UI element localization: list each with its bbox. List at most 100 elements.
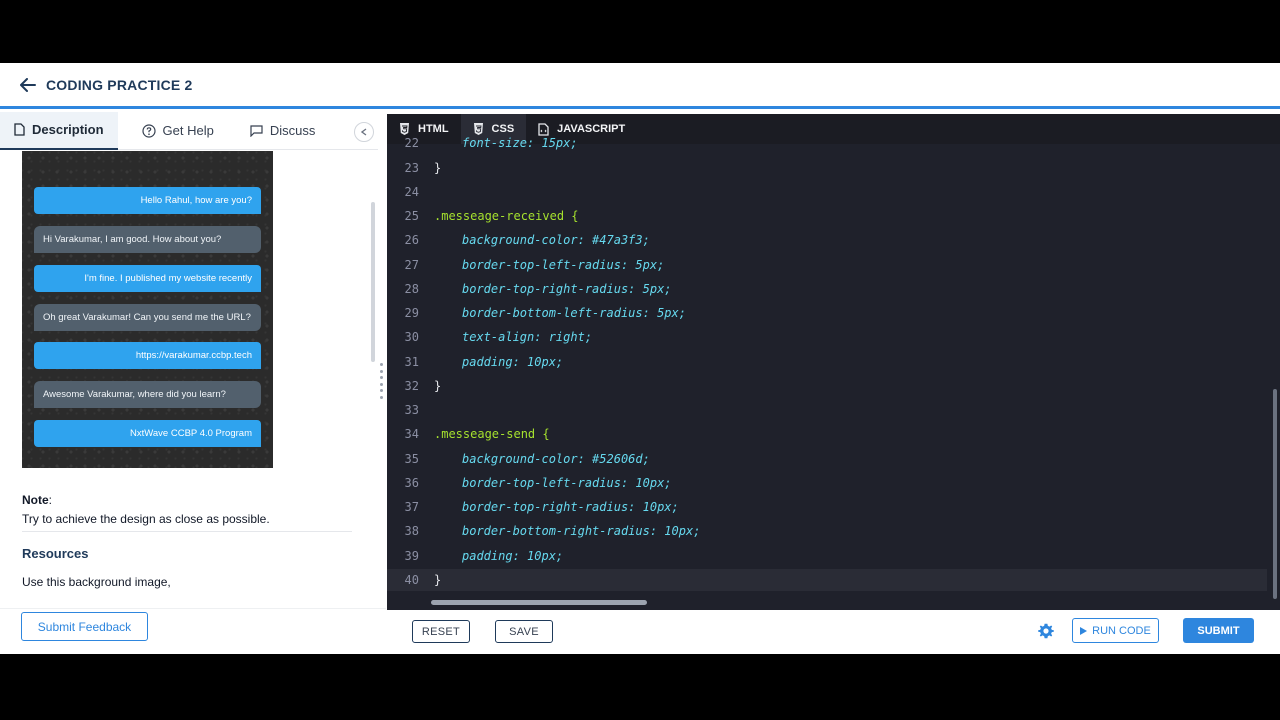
code-area[interactable]: 22 font-size: 15px; 23} 24 25 .messeage-re… <box>387 136 1280 610</box>
tab-get-help-label: Get Help <box>162 123 214 138</box>
line-number: 32 <box>404 379 419 393</box>
tab-discuss-label: Discuss <box>269 123 316 138</box>
submit-feedback-button[interactable]: Submit Feedback <box>21 612 148 641</box>
chat-bubble-send: Awesome Varakumar, where did you learn? <box>34 381 261 408</box>
chevron-left-icon <box>361 128 367 136</box>
section-divider <box>22 531 352 532</box>
code-line: 31 padding: 10px; <box>387 351 1267 373</box>
chat-bubble-send: Oh great Varakumar! Can you send me the … <box>34 304 261 331</box>
line-number: 24 <box>404 185 419 199</box>
line-number: 35 <box>404 452 419 466</box>
line-text: .messeage-send { <box>434 427 550 441</box>
chat-bubble-received: https://varakumar.ccbp.tech <box>34 342 261 369</box>
code-line: 38 border-bottom-right-radius: 10px; <box>387 520 1267 542</box>
line-number: 36 <box>404 476 419 490</box>
top-header: CODING PRACTICE 2 <box>0 63 1280 109</box>
note-heading: Note: <box>22 493 52 507</box>
save-button[interactable]: SAVE <box>495 620 553 643</box>
chat-bubble-received: I'm fine. I published my website recentl… <box>34 265 261 292</box>
line-number: 34 <box>404 427 419 441</box>
code-line: 26 background-color: #47a3f3; <box>387 229 1267 251</box>
submit-button[interactable]: SUBMIT <box>1183 618 1254 643</box>
line-number: 29 <box>404 306 419 320</box>
line-text: .messeage-received { <box>434 209 579 223</box>
collapse-panel-button[interactable] <box>354 122 374 142</box>
play-icon <box>1080 626 1088 635</box>
line-number: 23 <box>404 161 419 175</box>
line-number: 22 <box>404 136 419 150</box>
left-tabs: Description Get Help Discuss <box>0 111 378 150</box>
gear-icon[interactable] <box>1038 623 1054 639</box>
code-line: 34 .messeage-send { <box>387 423 1267 445</box>
line-number: 30 <box>404 330 419 344</box>
chat-bubble-icon <box>250 124 263 137</box>
line-number: 27 <box>404 258 419 272</box>
code-line: 33 <box>387 399 1267 421</box>
run-code-label: RUN CODE <box>1092 624 1151 637</box>
line-number: 28 <box>404 282 419 296</box>
tab-description-label: Description <box>32 122 104 137</box>
line-text: border-bottom-left-radius: 5px; <box>462 306 686 320</box>
editor-vertical-scrollbar[interactable] <box>1273 389 1277 599</box>
panel-resize-handle[interactable] <box>380 363 384 399</box>
code-line: 28 border-top-right-radius: 5px; <box>387 278 1267 300</box>
editor-horizontal-scrollbar[interactable] <box>431 600 647 605</box>
line-text: border-top-right-radius: 10px; <box>462 500 679 514</box>
line-number: 33 <box>404 403 419 417</box>
note-text: Try to achieve the design as close as po… <box>22 512 270 526</box>
line-text: border-bottom-right-radius: 10px; <box>462 524 701 538</box>
code-line: 36 border-top-left-radius: 10px; <box>387 472 1267 494</box>
line-text: padding: 10px; <box>462 549 564 563</box>
reset-button[interactable]: RESET <box>412 620 470 643</box>
line-number: 25 <box>404 209 419 223</box>
note-colon: : <box>48 493 53 507</box>
line-number: 39 <box>404 549 419 563</box>
design-preview-image: Hello Rahul, how are you? Hi Varakumar, … <box>22 151 273 468</box>
line-text: border-top-left-radius: 10px; <box>462 476 672 490</box>
code-editor: HTML CSS JAVASCRIPT 22 font-size: 15px; 2… <box>387 114 1280 610</box>
code-line: 27 border-top-left-radius: 5px; <box>387 254 1267 276</box>
line-text: border-top-left-radius: 5px; <box>462 258 665 272</box>
code-line: 35 background-color: #52606d; <box>387 448 1267 470</box>
tab-description[interactable]: Description <box>0 111 118 150</box>
resources-heading: Resources <box>22 546 89 561</box>
line-text: border-top-right-radius: 5px; <box>462 282 672 296</box>
line-number: 38 <box>404 524 419 538</box>
description-panel: Description Get Help Discuss Hello Rahul… <box>0 111 378 654</box>
code-line: 30 text-align: right; <box>387 326 1267 348</box>
back-arrow-icon[interactable] <box>20 76 38 94</box>
chat-bubble-received: NxtWave CCBP 4.0 Program <box>34 420 261 447</box>
code-line: 37 border-top-right-radius: 10px; <box>387 496 1267 518</box>
app-window: CODING PRACTICE 2 Description Get Help D… <box>0 63 1280 654</box>
line-number: 26 <box>404 233 419 247</box>
code-line: 25 .messeage-received { <box>387 205 1267 227</box>
line-number: 37 <box>404 500 419 514</box>
line-text: background-color: #52606d; <box>462 452 650 466</box>
editor-action-bar: RESET SAVE RUN CODE SUBMIT <box>387 610 1280 654</box>
help-circle-icon <box>141 123 156 138</box>
note-label-text: Note <box>22 493 49 507</box>
tab-discuss[interactable]: Discuss <box>236 112 330 150</box>
code-line: 24 <box>387 181 1267 203</box>
tab-get-help[interactable]: Get Help <box>128 112 228 150</box>
panel-scrollbar[interactable] <box>371 202 375 362</box>
feedback-bar: Submit Feedback <box>0 608 386 654</box>
resources-text: Use this background image, <box>22 575 171 589</box>
line-number: 40 <box>404 573 419 587</box>
code-line: 39 padding: 10px; <box>387 545 1267 567</box>
chat-bubble-received: Hello Rahul, how are you? <box>34 187 261 214</box>
code-line: 32} <box>387 375 1267 397</box>
line-text: text-align: right; <box>462 330 593 344</box>
line-text: font-size: 15px; <box>462 136 578 150</box>
code-line: 29 border-bottom-left-radius: 5px; <box>387 302 1267 324</box>
line-text: } <box>434 161 442 175</box>
line-number: 31 <box>404 355 419 369</box>
line-text: padding: 10px; <box>462 355 564 369</box>
page-title: CODING PRACTICE 2 <box>46 76 193 93</box>
line-text: background-color: #47a3f3; <box>462 233 650 247</box>
chat-bubble-send: Hi Varakumar, I am good. How about you? <box>34 226 261 253</box>
code-line-current: 40} <box>387 569 1267 591</box>
document-icon <box>14 123 25 136</box>
run-code-button[interactable]: RUN CODE <box>1072 618 1159 643</box>
code-line: 23} <box>387 157 1267 179</box>
